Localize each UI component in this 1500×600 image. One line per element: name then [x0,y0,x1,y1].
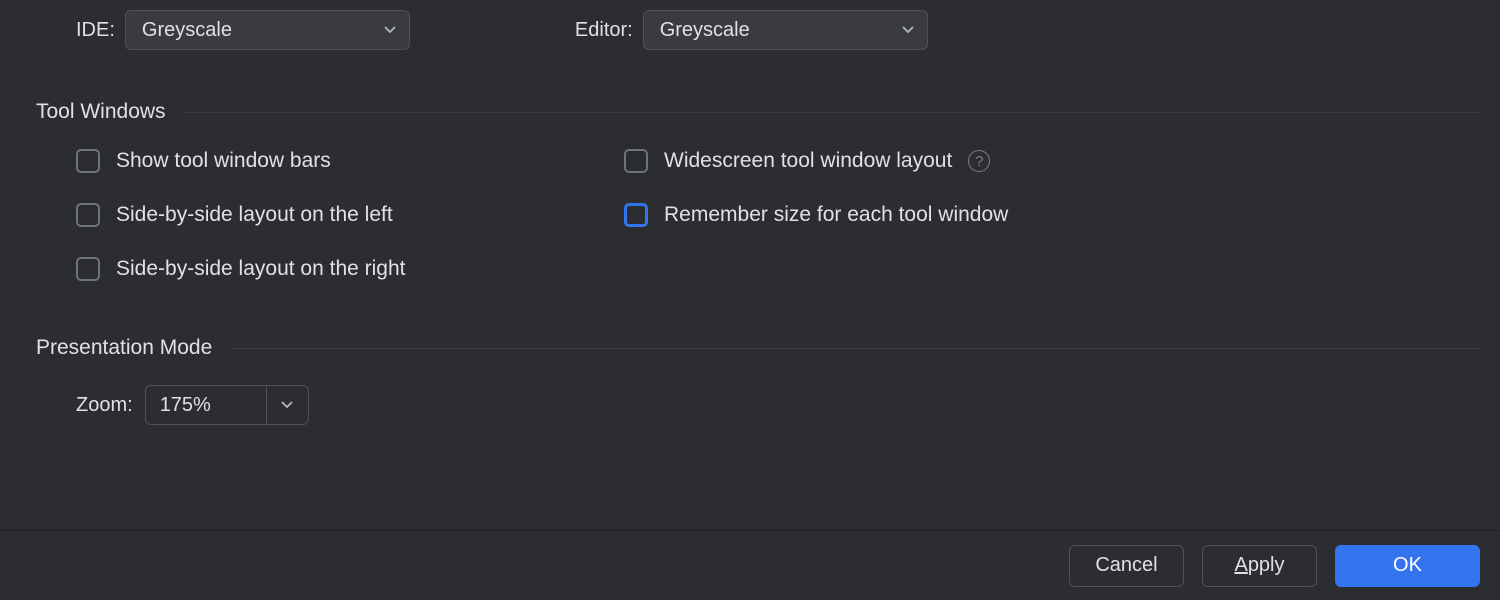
ok-button[interactable]: OK [1335,545,1480,587]
section-divider [184,112,1480,113]
zoom-dropdown-button[interactable] [266,386,308,424]
editor-dropdown[interactable]: Greyscale [643,10,928,50]
section-divider [230,348,1480,349]
tool-windows-title: Tool Windows [36,100,166,124]
widescreen-layout-checkbox[interactable] [624,149,648,173]
chevron-down-icon [901,23,915,37]
presentation-mode-section-header: Presentation Mode [36,336,1480,360]
chevron-down-icon [280,398,294,412]
tool-windows-section-header: Tool Windows [36,100,1480,124]
cancel-button[interactable]: Cancel [1069,545,1184,587]
show-tool-window-bars-label[interactable]: Show tool window bars [116,149,331,173]
widescreen-layout-label[interactable]: Widescreen tool window layout [664,149,952,173]
chevron-down-icon [383,23,397,37]
side-by-side-right-label[interactable]: Side-by-side layout on the right [116,257,406,281]
editor-label: Editor: [575,19,633,42]
show-tool-window-bars-checkbox[interactable] [76,149,100,173]
remember-size-checkbox[interactable] [624,203,648,227]
apply-button[interactable]: Apply [1202,545,1317,587]
side-by-side-left-checkbox[interactable] [76,203,100,227]
ide-label: IDE: [76,19,115,42]
editor-dropdown-value: Greyscale [660,19,750,42]
remember-size-label[interactable]: Remember size for each tool window [664,203,1008,227]
footer: Cancel Apply OK [0,530,1500,600]
zoom-input[interactable]: 175% [146,386,266,424]
help-icon[interactable]: ? [968,150,990,172]
ide-dropdown[interactable]: Greyscale [125,10,410,50]
side-by-side-right-checkbox[interactable] [76,257,100,281]
presentation-mode-title: Presentation Mode [36,336,212,360]
zoom-label: Zoom: [76,394,133,417]
ide-dropdown-value: Greyscale [142,19,232,42]
side-by-side-left-label[interactable]: Side-by-side layout on the left [116,203,393,227]
